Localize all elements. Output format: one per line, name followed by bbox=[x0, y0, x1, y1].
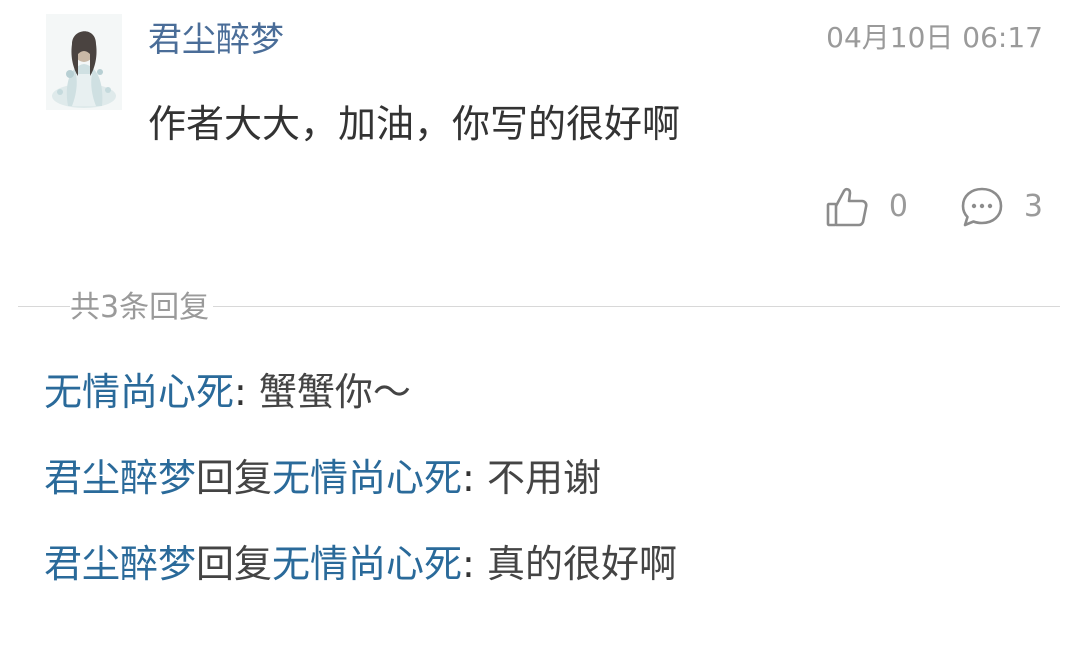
avatar-image bbox=[46, 14, 122, 110]
like-button[interactable]: 0 bbox=[825, 185, 908, 229]
reply-item[interactable]: 无情尚心死: 蟹蟹你～ bbox=[44, 366, 411, 418]
reply-separator: : bbox=[462, 456, 475, 500]
reply-text: 蟹蟹你～ bbox=[258, 370, 411, 414]
comment-bubble-icon bbox=[960, 185, 1004, 229]
reply-button[interactable]: 3 bbox=[960, 185, 1043, 229]
thumbs-up-icon bbox=[825, 185, 869, 229]
reply-separator: : bbox=[462, 542, 475, 586]
reply-item[interactable]: 君尘醉梦回复无情尚心死: 不用谢 bbox=[44, 452, 601, 504]
avatar[interactable] bbox=[46, 14, 122, 110]
reply-count: 3 bbox=[1023, 189, 1043, 224]
comment-actions: 0 3 bbox=[825, 180, 1043, 234]
reply-item[interactable]: 君尘醉梦回复无情尚心死: 真的很好啊 bbox=[44, 538, 677, 590]
reply-text: 不用谢 bbox=[486, 456, 601, 500]
reply-verb: 回复 bbox=[196, 456, 273, 500]
reply-user[interactable]: 无情尚心死 bbox=[44, 370, 234, 414]
reply-separator: : bbox=[234, 370, 247, 414]
comment-author[interactable]: 君尘醉梦 bbox=[148, 18, 284, 62]
comment-timestamp: 04月10日 06:17 bbox=[826, 21, 1043, 54]
reply-user[interactable]: 君尘醉梦 bbox=[44, 542, 196, 586]
reply-user[interactable]: 君尘醉梦 bbox=[44, 456, 196, 500]
like-count: 0 bbox=[888, 189, 908, 224]
reply-verb: 回复 bbox=[196, 542, 273, 586]
reply-target-user[interactable]: 无情尚心死 bbox=[272, 542, 462, 586]
reply-text: 真的很好啊 bbox=[486, 542, 677, 586]
comment-content: 作者大大，加油，你写的很好啊 bbox=[148, 102, 681, 146]
replies-header: 共3条回复 bbox=[70, 288, 214, 328]
reply-target-user[interactable]: 无情尚心死 bbox=[272, 456, 462, 500]
